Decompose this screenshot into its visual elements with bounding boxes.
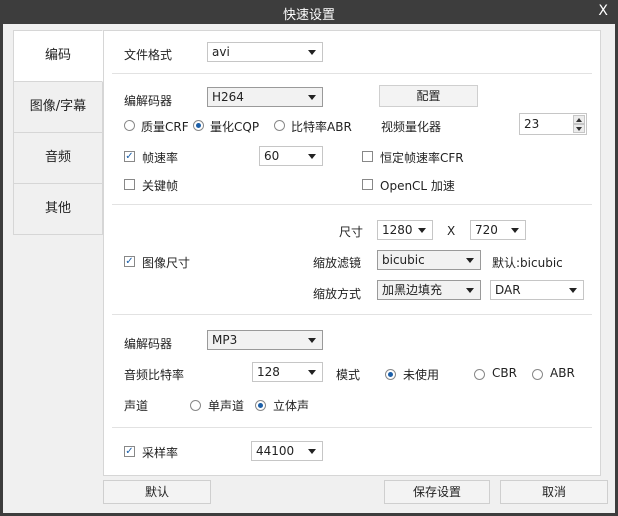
save-settings-button[interactable]: 保存设置 — [384, 480, 490, 504]
tab-encoding[interactable]: 编码 — [13, 30, 103, 82]
quantizer-value: 23 — [524, 117, 540, 131]
chevron-down-icon — [511, 228, 519, 233]
audio-mode-label: 模式 — [336, 368, 361, 382]
audio-bitrate-value: 128 — [257, 365, 280, 379]
chevron-down-icon — [308, 154, 316, 159]
samplerate-label: 采样率 — [142, 446, 179, 460]
rate-mode-crf-radio[interactable] — [124, 120, 135, 131]
audio-codec-select[interactable]: MP3 — [207, 330, 323, 350]
aspect-select[interactable]: DAR — [490, 280, 584, 300]
audio-codec-value: MP3 — [212, 333, 238, 347]
scale-mode-select[interactable]: 加黑边填充 — [377, 280, 481, 300]
audio-mode-none-radio[interactable] — [385, 369, 396, 380]
quantizer-label: 视频量化器 — [381, 120, 442, 134]
close-icon[interactable]: X — [598, 3, 608, 19]
file-format-value: avi — [212, 45, 230, 59]
framerate-label: 帧速率 — [142, 151, 179, 165]
channel-label: 声道 — [124, 399, 149, 413]
video-codec-label: 编解码器 — [124, 94, 173, 108]
samplerate-checkbox[interactable]: ✓ — [124, 446, 135, 457]
image-size-label: 图像尺寸 — [142, 256, 191, 270]
divider — [112, 427, 592, 428]
chevron-down-icon — [569, 288, 577, 293]
chevron-down-icon — [308, 95, 316, 100]
chevron-down-icon — [466, 258, 474, 263]
rate-mode-abr-label: 比特率ABR — [291, 120, 352, 134]
width-value: 1280 — [382, 223, 413, 237]
spin-up-icon[interactable] — [573, 115, 585, 124]
samplerate-value: 44100 — [256, 444, 295, 458]
framerate-checkbox[interactable]: ✓ — [124, 151, 135, 162]
channel-stereo-label: 立体声 — [273, 399, 310, 413]
spin-down-icon[interactable] — [573, 124, 585, 133]
default-button[interactable]: 默认 — [103, 480, 211, 504]
samplerate-select[interactable]: 44100 — [251, 441, 323, 461]
opencl-label: OpenCL 加速 — [380, 179, 455, 193]
scale-filter-value: bicubic — [382, 253, 425, 267]
divider — [112, 314, 592, 315]
opencl-checkbox[interactable] — [362, 179, 373, 190]
channel-mono-radio[interactable] — [190, 400, 201, 411]
image-size-checkbox[interactable]: ✓ — [124, 256, 135, 267]
rate-mode-abr-radio[interactable] — [274, 120, 285, 131]
title-bar: 快速设置 X — [0, 0, 618, 24]
channel-mono-label: 单声道 — [208, 399, 245, 413]
file-format-label: 文件格式 — [124, 48, 173, 62]
aspect-value: DAR — [495, 283, 521, 297]
video-codec-value: H264 — [212, 90, 244, 104]
chevron-down-icon — [466, 288, 474, 293]
width-select[interactable]: 1280 — [377, 220, 433, 240]
audio-mode-abr-label: ABR — [550, 366, 575, 380]
cfr-label: 恒定帧速率CFR — [380, 151, 464, 165]
scale-filter-default: 默认:bicubic — [492, 256, 563, 270]
dimension-label: 尺寸 — [339, 225, 364, 239]
tab-audio[interactable]: 音频 — [13, 133, 103, 184]
quantizer-spinbox[interactable]: 23 — [519, 113, 587, 135]
audio-mode-none-label: 未使用 — [403, 368, 440, 382]
keyframe-checkbox[interactable] — [124, 179, 135, 190]
video-codec-select[interactable]: H264 — [207, 87, 323, 107]
chevron-down-icon — [308, 50, 316, 55]
tab-other[interactable]: 其他 — [13, 184, 103, 235]
file-format-select[interactable]: avi — [207, 42, 323, 62]
scale-mode-label: 缩放方式 — [313, 287, 362, 301]
window-title: 快速设置 — [282, 8, 335, 23]
config-button[interactable]: 配置 — [379, 85, 478, 107]
sidebar: 编码 图像/字幕 音频 其他 — [13, 30, 103, 235]
tab-image-subtitle[interactable]: 图像/字幕 — [13, 82, 103, 133]
channel-stereo-radio[interactable] — [255, 400, 266, 411]
height-select[interactable]: 720 — [470, 220, 526, 240]
chevron-down-icon — [308, 449, 316, 454]
rate-mode-cqp-radio[interactable] — [193, 120, 204, 131]
rate-mode-cqp-label: 量化CQP — [210, 120, 260, 134]
divider — [112, 73, 592, 74]
audio-mode-abr-radio[interactable] — [532, 369, 543, 380]
scale-filter-label: 缩放滤镜 — [313, 256, 362, 270]
cfr-checkbox[interactable] — [362, 151, 373, 162]
rate-mode-crf-label: 质量CRF — [141, 120, 189, 134]
settings-panel: 文件格式 avi 编解码器 H264 配置 质量CRF 量化CQP 比特率ABR… — [103, 30, 601, 476]
scale-filter-select[interactable]: bicubic — [377, 250, 481, 270]
chevron-down-icon — [418, 228, 426, 233]
chevron-down-icon — [308, 338, 316, 343]
audio-bitrate-select[interactable]: 128 — [252, 362, 323, 382]
divider — [112, 204, 592, 205]
chevron-down-icon — [308, 370, 316, 375]
keyframe-label: 关键帧 — [142, 179, 179, 193]
dialog-body: 编码 图像/字幕 音频 其他 文件格式 avi 编解码器 H264 配置 质量C… — [3, 24, 615, 513]
audio-mode-cbr-radio[interactable] — [474, 369, 485, 380]
framerate-value: 60 — [264, 149, 280, 163]
audio-bitrate-label: 音频比特率 — [124, 368, 185, 382]
height-value: 720 — [475, 223, 498, 237]
audio-mode-cbr-label: CBR — [492, 366, 517, 380]
framerate-select[interactable]: 60 — [259, 146, 323, 166]
scale-mode-value: 加黑边填充 — [382, 283, 443, 297]
times-sign: X — [447, 224, 456, 238]
audio-codec-label: 编解码器 — [124, 337, 173, 351]
cancel-button[interactable]: 取消 — [500, 480, 608, 504]
